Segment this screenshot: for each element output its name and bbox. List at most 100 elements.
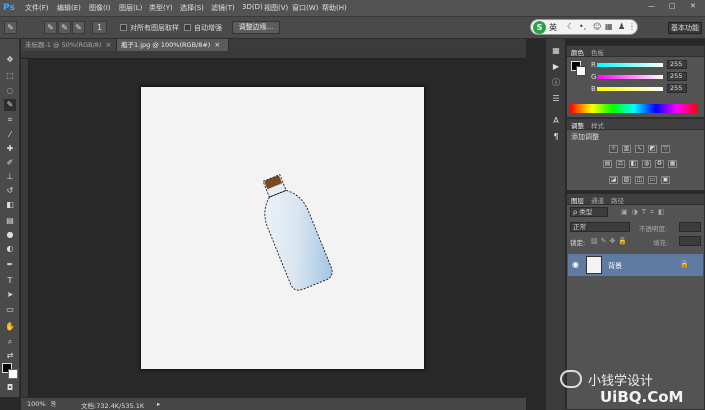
menu-file[interactable]: 文件(F) [25, 3, 49, 13]
gradient-map-icon[interactable]: ▭ [648, 176, 657, 184]
vibrance-icon[interactable]: ▽ [661, 145, 670, 153]
maximize-button[interactable]: □ [669, 2, 676, 10]
menu-image[interactable]: 图像(I) [89, 3, 111, 13]
hue-saturation-icon[interactable]: ▤ [603, 160, 612, 168]
close-window-button[interactable]: ✕ [690, 2, 696, 10]
menu-type[interactable]: 类型(Y) [149, 3, 173, 13]
lasso-tool-icon[interactable]: ◌ [4, 85, 16, 97]
tab-styles[interactable]: 样式 [591, 120, 604, 130]
eyedropper-tool-icon[interactable]: ⁄ [4, 129, 16, 141]
tab-adjustments[interactable]: 调整 [571, 120, 584, 130]
black-white-icon[interactable]: ◧ [629, 160, 638, 168]
close-tab-icon[interactable]: × [214, 41, 220, 49]
dodge-tool-icon[interactable]: ◐ [4, 243, 16, 255]
hand-tool-icon[interactable]: ✋ [4, 321, 16, 333]
layer-row-background[interactable]: ◉ 背景 🔒 [568, 254, 703, 276]
lock-icons[interactable]: ▨✎✥🔒 [591, 237, 630, 245]
brush-tool-icon[interactable]: ✐ [4, 157, 16, 169]
threshold-icon[interactable]: ◫ [635, 176, 644, 184]
ruler-left[interactable] [21, 59, 29, 397]
subtract-selection-icon[interactable]: ✎ [72, 21, 85, 34]
sample-all-layers-checkbox[interactable] [120, 24, 127, 31]
punctuation-icon[interactable]: •, [579, 22, 586, 31]
green-slider[interactable] [597, 75, 663, 79]
zoom-tool-icon[interactable]: ⌕ [4, 336, 16, 348]
gradient-tool-icon[interactable]: ▤ [4, 215, 16, 227]
layer-filter-icons[interactable]: ▣◑T⌗◧ [621, 208, 669, 217]
history-panel-icon[interactable]: ▦ [549, 45, 563, 57]
history-brush-icon[interactable]: ↺ [4, 185, 16, 197]
quick-select-tool-icon[interactable]: ✎ [4, 21, 17, 34]
blue-slider[interactable] [597, 87, 663, 91]
close-tab-icon[interactable]: × [105, 41, 111, 49]
emoji-icon[interactable]: ☺ [593, 22, 601, 31]
fill-input[interactable] [679, 236, 701, 246]
tab-swatches[interactable]: 色板 [591, 47, 604, 57]
healing-brush-icon[interactable]: ✚ [4, 143, 16, 155]
curves-icon[interactable]: ∿ [635, 145, 644, 153]
status-arrow-icon[interactable]: ▸ [157, 400, 160, 408]
exposure-icon[interactable]: ◩ [648, 145, 657, 153]
tab-paths[interactable]: 路径 [611, 195, 624, 205]
menu-select[interactable]: 选择(S) [180, 3, 204, 13]
move-tool-icon[interactable]: ✥ [4, 54, 16, 66]
shape-tool-icon[interactable]: ▭ [4, 304, 16, 316]
color-balance-icon[interactable]: ⚖ [616, 160, 625, 168]
type-tool-icon[interactable]: T [4, 275, 16, 287]
tab-layers[interactable]: 图层 [571, 195, 584, 205]
levels-icon[interactable]: ▥ [622, 145, 631, 153]
red-slider[interactable] [597, 63, 663, 67]
minimize-button[interactable]: — [648, 2, 655, 10]
color-spectrum-bar[interactable] [570, 104, 698, 113]
doc-tab-untitled[interactable]: 未标题-1 @ 50%(RGB/8) × [21, 39, 117, 51]
blur-tool-icon[interactable]: ● [4, 229, 16, 241]
marquee-tool-icon[interactable]: ⬚ [4, 70, 16, 82]
paragraph-panel-icon[interactable]: ¶ [549, 131, 563, 143]
ruler-top[interactable] [21, 51, 526, 59]
blue-value[interactable]: 255 [667, 84, 687, 93]
color-lookup-icon[interactable]: ▦ [668, 160, 677, 168]
quick-mask-icon[interactable]: ◘ [4, 382, 16, 394]
menu-3d[interactable]: 3D(D) [242, 3, 263, 11]
path-select-icon[interactable]: ➤ [4, 289, 16, 301]
new-selection-icon[interactable]: ✎ [44, 21, 57, 34]
menu-layer[interactable]: 图层(L) [119, 3, 142, 13]
clone-stamp-icon[interactable]: ⊥ [4, 171, 16, 183]
zoom-level[interactable]: 100% [27, 400, 46, 408]
background-color-swatch[interactable] [8, 369, 18, 379]
auto-enhance-checkbox[interactable] [184, 24, 191, 31]
selective-color-icon[interactable]: ▣ [661, 176, 670, 184]
layer-name[interactable]: 背景 [608, 261, 622, 271]
menu-view[interactable]: 视图(V) [264, 3, 288, 13]
menu-filter[interactable]: 滤镜(T) [211, 3, 235, 13]
ime-menu-icon[interactable]: ⋮ [628, 22, 636, 31]
ime-language[interactable]: 英 [549, 22, 557, 33]
keyboard-icon[interactable]: ▦ [605, 22, 613, 31]
refine-edge-button[interactable]: 调整边缘... [232, 21, 280, 34]
share-icon[interactable]: ⎘ [51, 400, 56, 409]
eye-visibility-icon[interactable]: ◉ [572, 260, 579, 269]
sogou-logo-icon[interactable]: S [533, 21, 546, 34]
character-panel-icon[interactable]: A [549, 115, 563, 127]
document-canvas[interactable] [141, 87, 424, 369]
red-value[interactable]: 255 [667, 60, 687, 69]
photo-filter-icon[interactable]: ◍ [642, 160, 651, 168]
doc-tab-bottle[interactable]: 瓶子1.jpg @ 100%(RGB/8#) × [117, 39, 229, 51]
properties-panel-icon[interactable]: ☰ [549, 93, 563, 105]
pen-tool-icon[interactable]: ✒ [4, 259, 16, 271]
brush-size-picker[interactable]: 1 [92, 21, 107, 34]
workspace-select[interactable]: 基本功能 [668, 22, 702, 34]
swap-colors-icon[interactable]: ⇄ [4, 350, 16, 362]
brightness-icon[interactable]: ☼ [609, 145, 618, 153]
actions-panel-icon[interactable]: ▶ [549, 61, 563, 73]
tab-channels[interactable]: 通道 [591, 195, 604, 205]
quick-select-tool-icon[interactable]: ✎ [4, 99, 16, 111]
opacity-input[interactable] [679, 222, 701, 232]
eraser-tool-icon[interactable]: ◧ [4, 199, 16, 211]
crop-tool-icon[interactable]: ⌗ [4, 114, 16, 126]
posterize-icon[interactable]: ▧ [622, 176, 631, 184]
menu-window[interactable]: 窗口(W) [292, 3, 318, 13]
user-icon[interactable]: ♟ [618, 22, 625, 31]
menu-help[interactable]: 帮助(H) [322, 3, 347, 13]
add-to-selection-icon[interactable]: ✎ [58, 21, 71, 34]
